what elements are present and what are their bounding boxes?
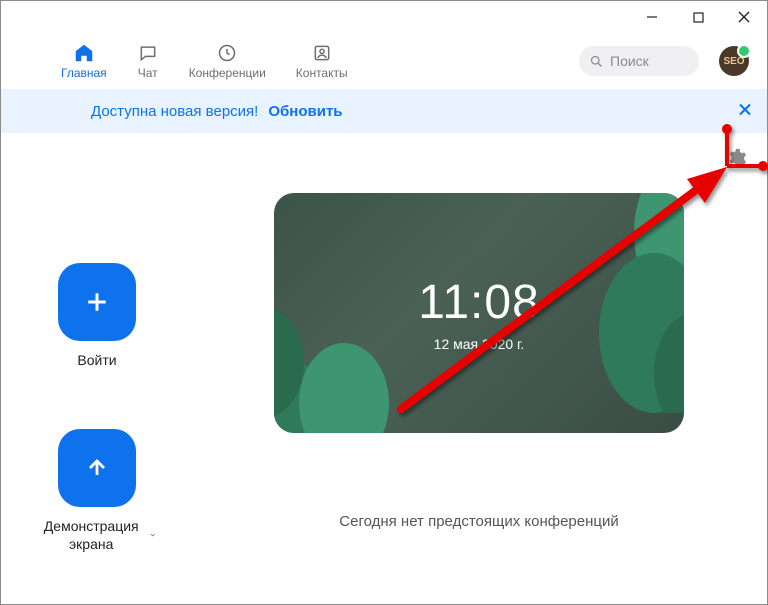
user-avatar[interactable]: SEO xyxy=(719,46,749,76)
gear-icon xyxy=(725,147,747,169)
action-sidebar: Войти Демонстрация экрана xyxy=(1,133,191,604)
tab-contacts[interactable]: Контакты xyxy=(296,42,348,80)
tab-home-label: Главная xyxy=(61,66,107,80)
action-join: Войти xyxy=(37,263,157,369)
banner-update-link[interactable]: Обновить xyxy=(268,103,342,120)
clock-icon xyxy=(216,42,238,64)
chat-icon xyxy=(137,42,159,64)
banner-close-icon[interactable] xyxy=(739,103,751,120)
search-placeholder: Поиск xyxy=(610,53,649,69)
tab-chat[interactable]: Чат xyxy=(137,42,159,80)
arrow-up-icon xyxy=(83,454,111,482)
tab-home[interactable]: Главная xyxy=(61,42,107,80)
main-toolbar: Главная Чат Конференции Контакты xyxy=(1,33,767,89)
content-area: Войти Демонстрация экрана xyxy=(1,133,767,604)
clock-card: 11:08 12 мая 2020 г. xyxy=(274,193,684,433)
clock-date: 12 мая 2020 г. xyxy=(434,336,525,352)
tab-contacts-label: Контакты xyxy=(296,66,348,80)
join-button[interactable] xyxy=(58,263,136,341)
main-panel: 11:08 12 мая 2020 г. Сегодня нет предсто… xyxy=(191,133,767,604)
search-input[interactable]: Поиск xyxy=(579,46,699,76)
home-icon xyxy=(73,42,95,64)
plus-icon xyxy=(82,287,112,317)
share-label: Демонстрация экрана xyxy=(37,517,157,553)
share-screen-button[interactable] xyxy=(58,429,136,507)
update-banner: Доступна новая версия! Обновить xyxy=(1,89,767,133)
clock-time: 11:08 xyxy=(418,275,540,330)
minimize-button[interactable] xyxy=(629,1,675,33)
window-titlebar xyxy=(1,1,767,33)
search-icon xyxy=(589,54,604,69)
banner-text: Доступна новая версия! xyxy=(91,103,258,120)
contacts-icon xyxy=(311,42,333,64)
no-meetings-text: Сегодня нет предстоящих конференций xyxy=(339,513,618,530)
join-label: Войти xyxy=(77,351,116,369)
tab-meetings[interactable]: Конференции xyxy=(189,42,266,80)
nav-tabs: Главная Чат Конференции Контакты xyxy=(61,42,348,80)
decorative-plant-left xyxy=(274,243,414,433)
chevron-down-icon[interactable] xyxy=(149,530,157,540)
action-share: Демонстрация экрана xyxy=(37,429,157,553)
settings-button[interactable] xyxy=(723,145,749,171)
decorative-plant-right xyxy=(554,193,684,413)
close-button[interactable] xyxy=(721,1,767,33)
tab-meetings-label: Конференции xyxy=(189,66,266,80)
tab-chat-label: Чат xyxy=(138,66,158,80)
maximize-button[interactable] xyxy=(675,1,721,33)
